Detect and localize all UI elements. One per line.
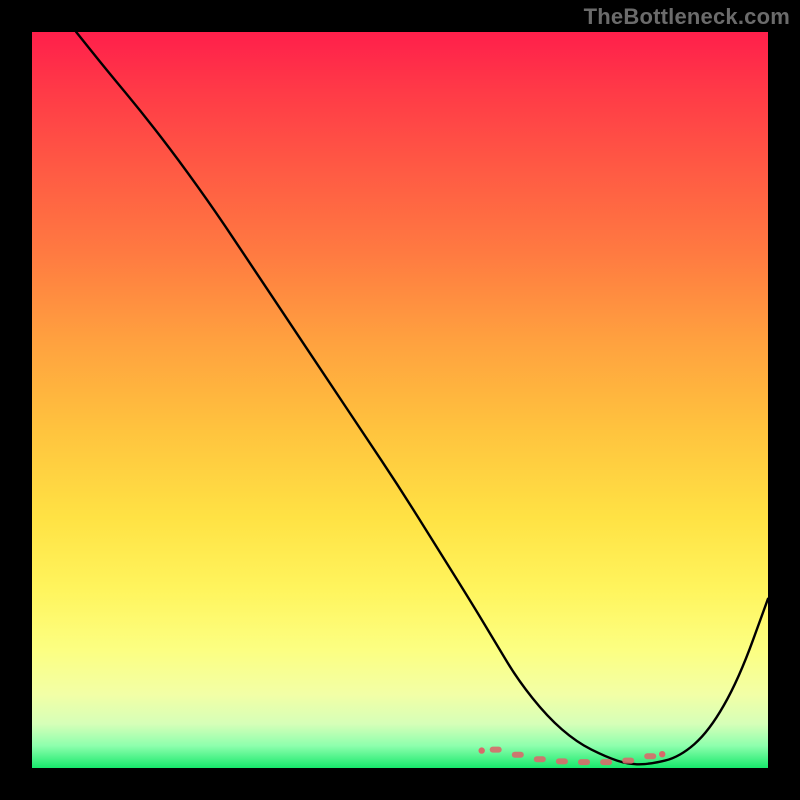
flat-zone-dash xyxy=(578,759,590,765)
watermark-text: TheBottleneck.com xyxy=(584,4,790,30)
flat-zone-dash xyxy=(534,756,546,762)
flat-zone-dash xyxy=(644,753,656,759)
flat-zone-dash xyxy=(490,747,502,753)
flat-zone-dash xyxy=(512,752,524,758)
flat-zone-dot xyxy=(659,751,665,757)
flat-zone-dash xyxy=(622,758,634,764)
flat-zone-dash xyxy=(556,758,568,764)
bottleneck-curve xyxy=(76,32,768,764)
flat-zone-dash xyxy=(600,759,612,765)
flat-zone-dots xyxy=(479,747,666,766)
chart-svg-layer xyxy=(32,32,768,768)
chart-frame: TheBottleneck.com xyxy=(0,0,800,800)
flat-zone-dot xyxy=(479,747,485,753)
